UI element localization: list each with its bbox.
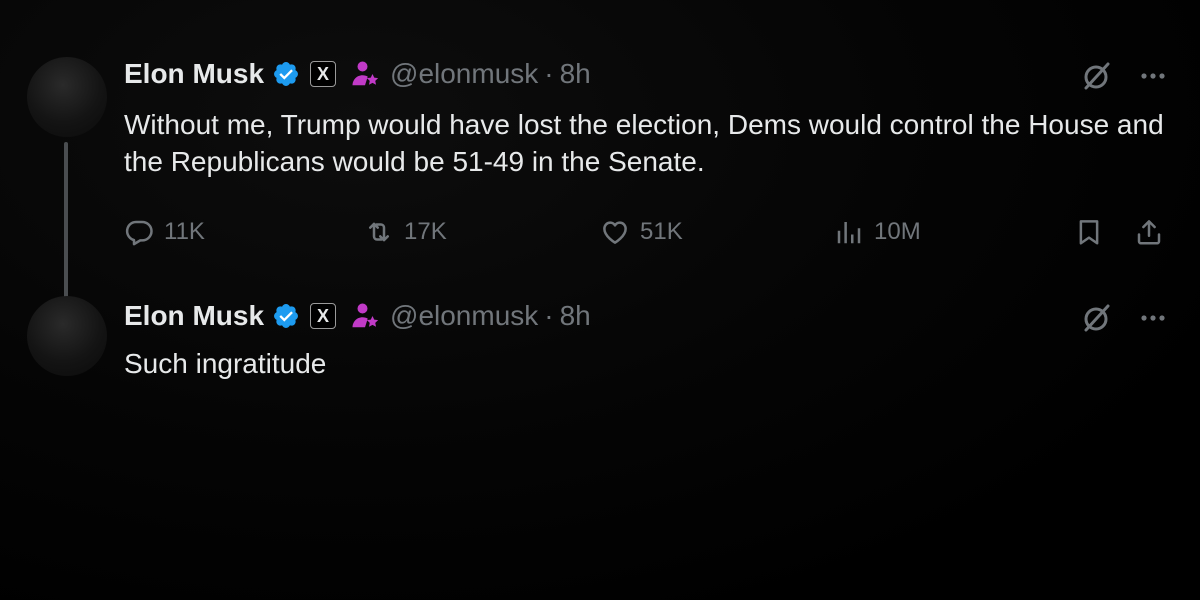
views-icon: [837, 222, 861, 244]
heart-icon: [603, 221, 627, 244]
tweet-text: Such ingratitude: [124, 348, 327, 379]
reply-icon: [125, 220, 153, 246]
x-affiliation-badge[interactable]: X: [310, 61, 337, 87]
tweet-header: Elon Musk X @elonmusk · 8h: [124, 296, 591, 336]
verified-badge-icon[interactable]: [272, 60, 300, 88]
avatar[interactable]: [27, 57, 107, 137]
tweet-header-actions: [1080, 56, 1170, 96]
grok-icon[interactable]: [1080, 59, 1114, 93]
more-icon[interactable]: [1136, 59, 1170, 93]
tweet[interactable]: Elon Musk X @elonmusk · 8h Without me, T…: [0, 40, 1200, 324]
more-icon[interactable]: [1136, 301, 1170, 335]
like-button[interactable]: 51K: [600, 212, 683, 252]
separator-dot: ·: [544, 58, 554, 89]
separator-dot: ·: [544, 300, 554, 331]
timestamp[interactable]: 8h: [560, 58, 591, 90]
share-button[interactable]: [1134, 212, 1164, 252]
tweet-text: Without me, Trump would have lost the el…: [124, 109, 1164, 177]
x-affiliation-badge[interactable]: X: [310, 303, 337, 329]
affiliate-person-icon[interactable]: [350, 301, 380, 331]
avatar[interactable]: [27, 296, 107, 376]
views-button[interactable]: 10M: [834, 212, 921, 252]
grok-icon[interactable]: [1080, 301, 1114, 335]
verified-badge-icon[interactable]: [272, 302, 300, 330]
bookmark-icon: [1079, 220, 1099, 245]
author-name[interactable]: Elon Musk: [124, 300, 264, 332]
share-icon: [1137, 220, 1161, 245]
affiliate-person-icon[interactable]: [350, 59, 380, 89]
timestamp[interactable]: 8h: [560, 300, 591, 332]
repost-count: 17K: [404, 218, 447, 245]
reply-count: 11K: [164, 218, 205, 245]
author-name[interactable]: Elon Musk: [124, 58, 264, 90]
repost-icon: [369, 222, 389, 242]
repost-button[interactable]: 17K: [364, 212, 447, 252]
tweet[interactable]: Elon Musk X @elonmusk · 8h Such ingratit…: [0, 292, 1200, 412]
tweet-header: Elon Musk X @elonmusk · 8h: [124, 54, 591, 94]
author-handle[interactable]: @elonmusk: [390, 58, 538, 90]
tweet-header-actions: [1080, 298, 1170, 338]
bookmark-button[interactable]: [1074, 212, 1104, 252]
reply-button[interactable]: 11K: [124, 212, 205, 252]
author-handle[interactable]: @elonmusk: [390, 300, 538, 332]
tweet-actions: 11K 17K 51K 10M: [124, 212, 1174, 252]
like-count: 51K: [640, 218, 683, 245]
views-count: 10M: [874, 218, 921, 245]
